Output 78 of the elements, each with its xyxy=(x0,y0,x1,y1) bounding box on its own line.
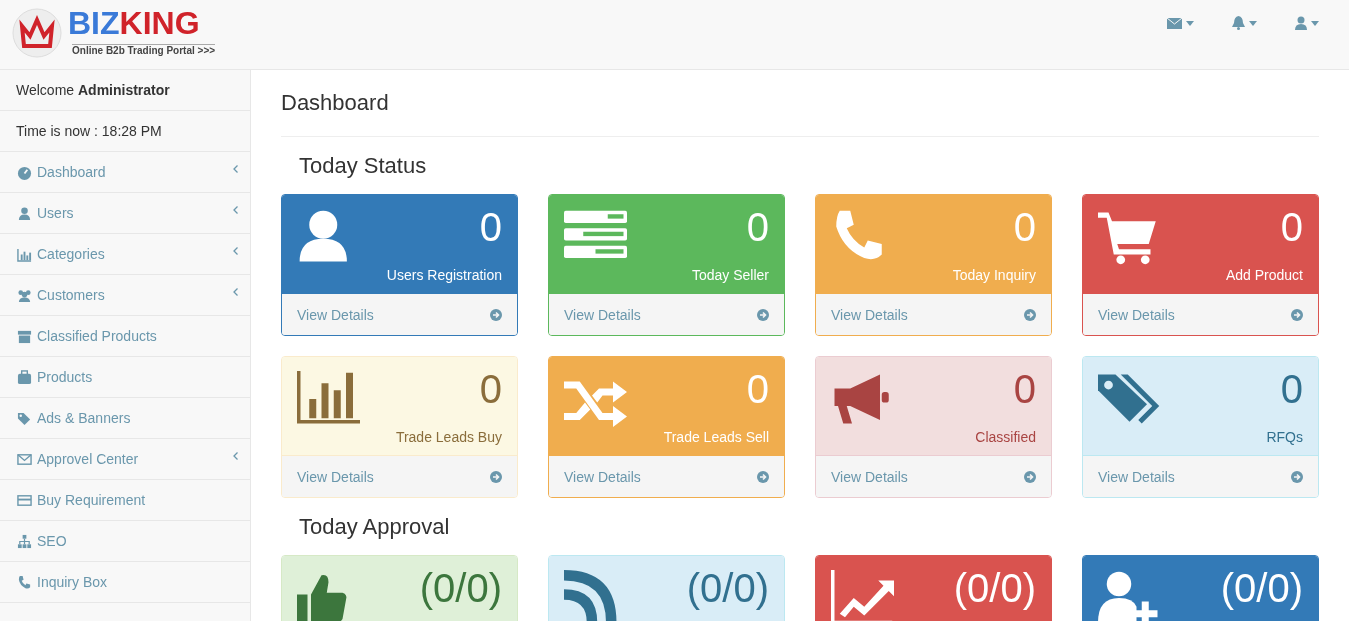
stat-label: Today Seller xyxy=(691,267,769,283)
users-icon xyxy=(17,287,32,303)
stat-label: Trade Leads Buy xyxy=(395,429,502,445)
sidebar-item[interactable]: Approvel Center xyxy=(0,439,250,480)
sidebar-item[interactable]: Classified Products xyxy=(0,316,250,357)
trend-chart-icon xyxy=(831,570,894,621)
sidebar-item[interactable]: Inquiry Box xyxy=(0,562,250,603)
view-details-link[interactable]: View Details xyxy=(549,455,784,497)
stat-label: Today Inquiry xyxy=(952,267,1036,283)
view-details-link[interactable]: View Details xyxy=(282,293,517,335)
view-details-link[interactable]: View Details xyxy=(1083,455,1318,497)
bell-icon xyxy=(1232,16,1245,30)
sidebar-item[interactable]: Buy Requirement xyxy=(0,480,250,521)
sidebar-item[interactable]: SEO xyxy=(0,521,250,562)
view-details-link[interactable]: View Details xyxy=(549,293,784,335)
user-dropdown[interactable] xyxy=(1295,16,1319,30)
page-title: Dashboard xyxy=(281,90,1319,137)
bar-chart-icon xyxy=(17,246,32,262)
brand-tagline: Online B2b Trading Portal >>> xyxy=(72,44,216,56)
stat-label: Trade Leads Sell xyxy=(663,429,769,445)
stat-label: Classified xyxy=(975,429,1036,445)
archive-icon xyxy=(17,328,32,344)
stat-count: (0/0) xyxy=(686,565,769,611)
phone-icon xyxy=(17,574,32,590)
section-title: Today Approval xyxy=(299,514,451,540)
stat-count: (0/0) xyxy=(953,565,1036,611)
view-details-link[interactable]: View Details xyxy=(1083,293,1318,335)
credit-card-icon xyxy=(17,492,32,508)
stat-count: 0 xyxy=(1280,366,1303,412)
sitemap-icon xyxy=(17,533,32,549)
messages-dropdown[interactable] xyxy=(1167,16,1194,30)
arrow-circle-right-icon xyxy=(490,470,502,483)
arrow-circle-right-icon xyxy=(1024,470,1036,483)
stat-count: 0 xyxy=(746,366,769,412)
envelope-icon xyxy=(1167,17,1182,29)
stat-count: (0/0) xyxy=(419,565,502,611)
stat-label: Add Product xyxy=(1225,267,1303,283)
stat-count: 0 xyxy=(1280,204,1303,250)
tags-icon xyxy=(17,410,32,426)
stat-count: 0 xyxy=(479,204,502,250)
user-icon xyxy=(17,205,32,221)
stat-label: Users Registration xyxy=(386,267,502,283)
sidebar-item[interactable]: Products xyxy=(0,357,250,398)
section-title: Today Status xyxy=(299,153,428,179)
view-details-link[interactable]: View Details xyxy=(816,455,1051,497)
sidebar-item[interactable]: Dashboard xyxy=(0,152,250,193)
stat-count: 0 xyxy=(1013,204,1036,250)
brand-name[interactable]: BIZKING xyxy=(68,6,216,40)
view-details-link[interactable]: View Details xyxy=(282,455,517,497)
briefcase-icon xyxy=(17,369,32,385)
user-add-icon xyxy=(1098,570,1161,621)
envelope-icon xyxy=(17,451,32,467)
stat-count: (0/0) xyxy=(1220,565,1303,611)
caret-icon xyxy=(1186,20,1194,26)
sidebar-item[interactable]: Ads & Banners xyxy=(0,398,250,439)
arrow-circle-right-icon xyxy=(490,308,502,321)
arrow-circle-right-icon xyxy=(1291,470,1303,483)
arrow-circle-right-icon xyxy=(757,470,769,483)
welcome-text: Welcome Administrator xyxy=(0,70,250,111)
arrow-circle-right-icon xyxy=(757,308,769,321)
notifications-dropdown[interactable] xyxy=(1232,16,1257,30)
gauge-icon xyxy=(17,164,32,180)
bar-chart-icon xyxy=(297,371,360,427)
stat-label: RFQs xyxy=(1266,429,1303,445)
view-details-link[interactable]: View Details xyxy=(816,293,1051,335)
user-icon xyxy=(1295,16,1307,30)
stat-count: 0 xyxy=(1013,366,1036,412)
stat-count: 0 xyxy=(746,204,769,250)
arrow-circle-right-icon xyxy=(1291,308,1303,321)
sidebar-item[interactable]: Categories xyxy=(0,234,250,275)
current-time: Time is now : 18:28 PM xyxy=(0,111,250,152)
sidebar-item[interactable]: Customers xyxy=(0,275,250,316)
caret-icon xyxy=(1249,20,1257,26)
crown-logo-icon xyxy=(12,6,62,58)
arrow-circle-right-icon xyxy=(1024,308,1036,321)
sidebar-item[interactable]: Users xyxy=(0,193,250,234)
stat-count: 0 xyxy=(479,366,502,412)
caret-icon xyxy=(1311,20,1319,26)
